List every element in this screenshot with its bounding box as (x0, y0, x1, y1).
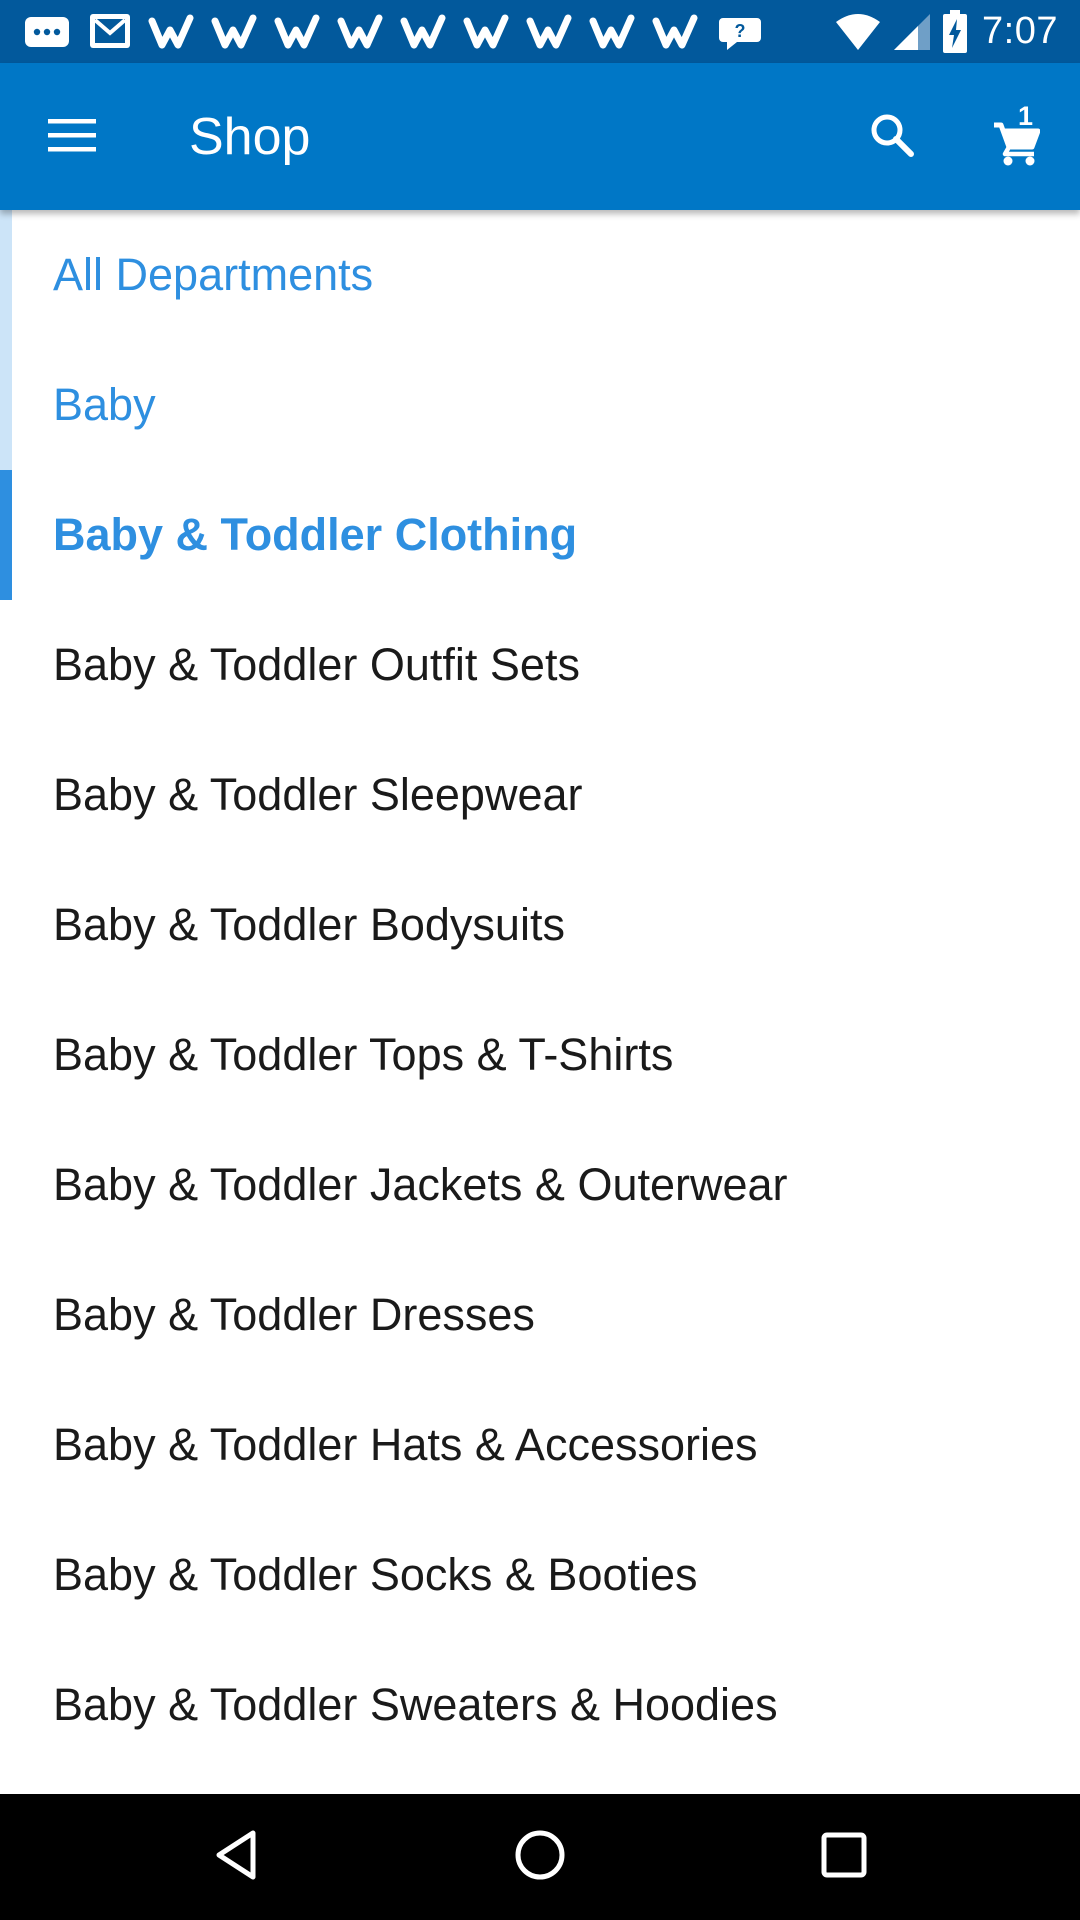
wifi-icon (834, 12, 882, 52)
screen: ? 7:07 Shop 1 All Departments Baby Baby … (0, 0, 1080, 1920)
walmart-icon (652, 0, 702, 63)
walmart-icon (463, 0, 513, 63)
back-button[interactable] (197, 1818, 275, 1896)
breadcrumb-all-departments[interactable]: All Departments (0, 210, 1080, 340)
department-list: All Departments Baby Baby & Toddler Clot… (0, 210, 1080, 1770)
list-item[interactable]: Baby & Toddler Dresses (0, 1250, 1080, 1380)
clock: 7:07 (982, 10, 1058, 52)
battery-charging-icon (942, 9, 968, 54)
status-bar: ? 7:07 (0, 0, 1080, 63)
page-title: Shop (189, 108, 311, 166)
back-icon (211, 1828, 261, 1887)
notification-icons: ? (22, 0, 778, 63)
list-item[interactable]: Baby & Toddler Bodysuits (0, 860, 1080, 990)
walmart-icon (148, 0, 198, 63)
list-item[interactable]: Baby & Toddler Sweaters & Hoodies (0, 1640, 1080, 1770)
gmail-icon (85, 0, 135, 63)
list-item[interactable]: Baby & Toddler Tops & T-Shirts (0, 990, 1080, 1120)
list-item[interactable]: Baby & Toddler Jackets & Outerwear (0, 1120, 1080, 1250)
recents-icon (819, 1830, 869, 1885)
shopping-cart-icon (992, 121, 1041, 172)
system-icons: 7:07 (824, 0, 1058, 63)
list-item[interactable]: Baby & Toddler Outfit Sets (0, 600, 1080, 730)
messages-icon (22, 0, 72, 63)
current-department[interactable]: Baby & Toddler Clothing (0, 470, 1080, 600)
walmart-icon (526, 0, 576, 63)
cart-button[interactable]: 1 (980, 101, 1060, 181)
search-icon (869, 112, 915, 163)
svg-text:?: ? (735, 21, 746, 41)
navigation-bar (0, 1794, 1080, 1920)
hamburger-menu-icon (46, 115, 98, 160)
menu-button[interactable] (36, 101, 108, 173)
walmart-icon (589, 0, 639, 63)
list-item[interactable]: Baby & Toddler Hats & Accessories (0, 1380, 1080, 1510)
walmart-icon (337, 0, 387, 63)
list-item[interactable]: Baby & Toddler Sleepwear (0, 730, 1080, 860)
chat-bubble-icon: ? (715, 0, 765, 63)
walmart-icon (274, 0, 324, 63)
cell-signal-icon (892, 12, 932, 52)
home-icon (513, 1828, 567, 1887)
search-button[interactable] (856, 101, 928, 173)
list-item[interactable]: Baby & Toddler Socks & Booties (0, 1510, 1080, 1640)
breadcrumb-baby[interactable]: Baby (0, 340, 1080, 470)
walmart-icon (400, 0, 450, 63)
app-bar: Shop 1 (0, 63, 1080, 210)
home-button[interactable] (501, 1818, 579, 1896)
recents-button[interactable] (805, 1818, 883, 1896)
walmart-icon (211, 0, 261, 63)
